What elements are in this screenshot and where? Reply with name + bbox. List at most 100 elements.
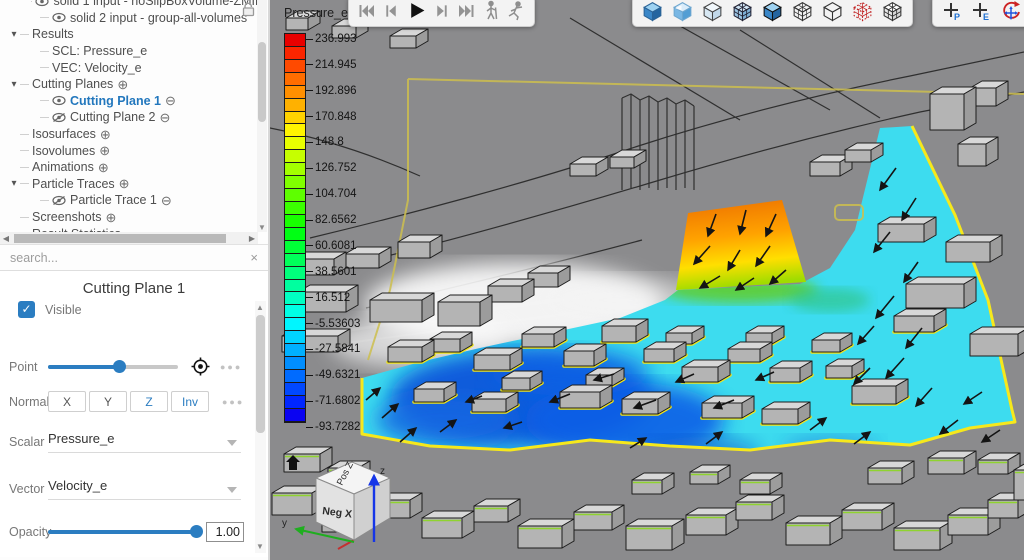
lock-icon[interactable] [242, 2, 255, 22]
normal-x-button[interactable]: X [48, 391, 86, 412]
tree-item-isovolumes[interactable]: Isovolumes⊕ [6, 142, 268, 159]
add-icon[interactable]: ⊕ [100, 128, 111, 141]
remove-icon[interactable]: ⊖ [165, 94, 176, 107]
normal-inv-button[interactable]: Inv [171, 391, 209, 412]
tree-item-label: Cutting Planes [32, 77, 113, 91]
legend-value: 170.848 [306, 111, 357, 123]
run-button[interactable] [505, 0, 527, 24]
cube-surface-button[interactable] [700, 0, 725, 24]
point-slider[interactable] [48, 365, 178, 369]
step-forward-button[interactable] [432, 0, 451, 24]
search-input[interactable] [10, 251, 250, 265]
cube-mesh-dense-button[interactable] [790, 0, 815, 24]
normal-y-button[interactable]: Y [89, 391, 127, 412]
tree-item-cutting-planes[interactable]: ▾ Cutting Planes ⊕ [6, 76, 268, 93]
tree-vertical-scrollbar[interactable]: ▼ [257, 0, 267, 232]
cube-solid-button[interactable] [640, 0, 665, 24]
tree-item-cutting-plane-1[interactable]: Cutting Plane 1⊖ [6, 93, 268, 110]
skip-end-icon [457, 2, 476, 23]
tree-horizontal-scrollbar[interactable]: ◀ ▶ [0, 232, 258, 244]
probe-point-icon: P [941, 0, 963, 25]
scene-canvas[interactable]: Pos Z Neg X z y [270, 0, 1024, 560]
caret-down-icon[interactable]: ▾ [8, 178, 20, 189]
legend-value: 236.993 [306, 33, 357, 45]
tree-item-particle-traces[interactable]: ▾ Particle Traces ⊕ [6, 176, 268, 193]
tree-connector [20, 84, 29, 85]
caret-down-icon[interactable]: ▾ [8, 79, 20, 90]
tree-item-label: SCL: Pressure_e [52, 44, 147, 58]
tree-item-vec-velocity-e[interactable]: VEC: Velocity_e [6, 59, 268, 76]
tree-item-scl-pressure-e[interactable]: SCL: Pressure_e [6, 43, 268, 60]
search-clear-icon[interactable]: × [250, 250, 258, 265]
tree-item-solid-2-input-group-all-volumes[interactable]: solid 2 input - group-all-volumes [6, 10, 268, 27]
cube-wireframe-button[interactable] [820, 0, 845, 24]
eye-icon[interactable] [35, 0, 49, 7]
cube-solid-light-button[interactable] [670, 0, 695, 24]
scroll-down-icon[interactable]: ▼ [256, 542, 264, 551]
vector-select[interactable]: Velocity_e [48, 478, 241, 500]
panel-vertical-scrollbar[interactable]: ▲ ▼ [255, 301, 266, 553]
cube-solid-edges-button[interactable] [760, 0, 785, 24]
eye-off-icon[interactable] [52, 195, 66, 206]
tree-item-label: Particle Traces [32, 177, 115, 191]
tree-item-solid-1-input-noslipboxvolume-zmin[interactable]: solid 1 input - noSlipBoxVolume-ZMIN [6, 0, 268, 10]
legend-segment [285, 331, 305, 344]
tree-connector [20, 167, 29, 168]
tree-connector [20, 217, 29, 218]
remove-icon[interactable]: ⊖ [161, 194, 172, 207]
cube-points-button[interactable] [850, 0, 875, 24]
play-button[interactable] [406, 0, 427, 24]
scroll-right-icon[interactable]: ▶ [246, 234, 258, 243]
3d-viewport[interactable]: Pos Z Neg X z y Pressure_e 236.993214.94… [270, 0, 1024, 560]
tree-item-cutting-plane-2[interactable]: Cutting Plane 2⊖ [6, 109, 268, 126]
caret-down-icon[interactable]: ▾ [8, 29, 20, 40]
scalar-select[interactable]: Pressure_e [48, 431, 241, 453]
skip-start-button[interactable] [356, 0, 377, 24]
legend-value: -93.7282 [306, 421, 360, 433]
add-icon[interactable]: ⊕ [98, 161, 109, 174]
add-icon[interactable]: ⊕ [119, 177, 130, 190]
tree-item-animations[interactable]: Animations⊕ [6, 159, 268, 176]
scroll-left-icon[interactable]: ◀ [0, 234, 12, 243]
probe-point-button[interactable]: P [940, 0, 964, 24]
skip-end-button[interactable] [456, 0, 477, 24]
visible-checkbox[interactable]: ✓ [18, 301, 35, 318]
step-back-button[interactable] [382, 0, 401, 24]
tree-connector [31, 1, 33, 2]
normal-more-options[interactable]: ●●● [222, 397, 244, 407]
tree-item-label: solid 2 input - group-all-volumes [70, 11, 247, 25]
eye-icon[interactable] [52, 12, 66, 23]
legend-segment [285, 228, 305, 241]
tree-item-results[interactable]: ▾Results [6, 26, 268, 43]
legend-value: -27.5841 [306, 343, 360, 355]
point-more-options[interactable]: ●●● [220, 362, 242, 372]
eye-off-icon[interactable] [52, 112, 66, 123]
eye-icon[interactable] [52, 95, 66, 106]
legend-segment [285, 383, 305, 396]
tree-item-screenshots[interactable]: Screenshots⊕ [6, 209, 268, 226]
remove-icon[interactable]: ⊖ [159, 111, 170, 124]
legend-value: 148.8 [306, 136, 344, 148]
add-icon[interactable]: ⊕ [105, 211, 116, 224]
run-icon [506, 0, 526, 25]
normal-z-button[interactable]: Z [130, 391, 168, 412]
add-icon[interactable]: ⊕ [99, 144, 110, 157]
opacity-value[interactable]: 1.00 [206, 522, 244, 542]
tree-connector [40, 100, 49, 101]
walk-button[interactable] [482, 0, 500, 24]
legend-segment [285, 241, 305, 254]
tree-item-isosurfaces[interactable]: Isosurfaces⊕ [6, 126, 268, 143]
scroll-up-icon[interactable]: ▲ [256, 303, 264, 312]
pick-point-target-icon[interactable] [191, 357, 210, 376]
scroll-down-icon[interactable]: ▼ [258, 223, 266, 232]
cube-surface-mesh-button[interactable] [730, 0, 755, 24]
tree-item-label: Particle Trace 1 [70, 193, 157, 207]
probe-element-button[interactable]: E [969, 0, 993, 24]
opacity-slider[interactable] [48, 530, 198, 534]
vector-label: Vector [0, 482, 48, 496]
rotate-center-button[interactable] [998, 0, 1024, 24]
add-icon[interactable]: ⊕ [117, 78, 128, 91]
legend-value: 38.5601 [306, 266, 357, 278]
cube-mesh-button[interactable] [880, 0, 905, 24]
tree-item-particle-trace-1[interactable]: Particle Trace 1 ⊖ [6, 192, 268, 209]
